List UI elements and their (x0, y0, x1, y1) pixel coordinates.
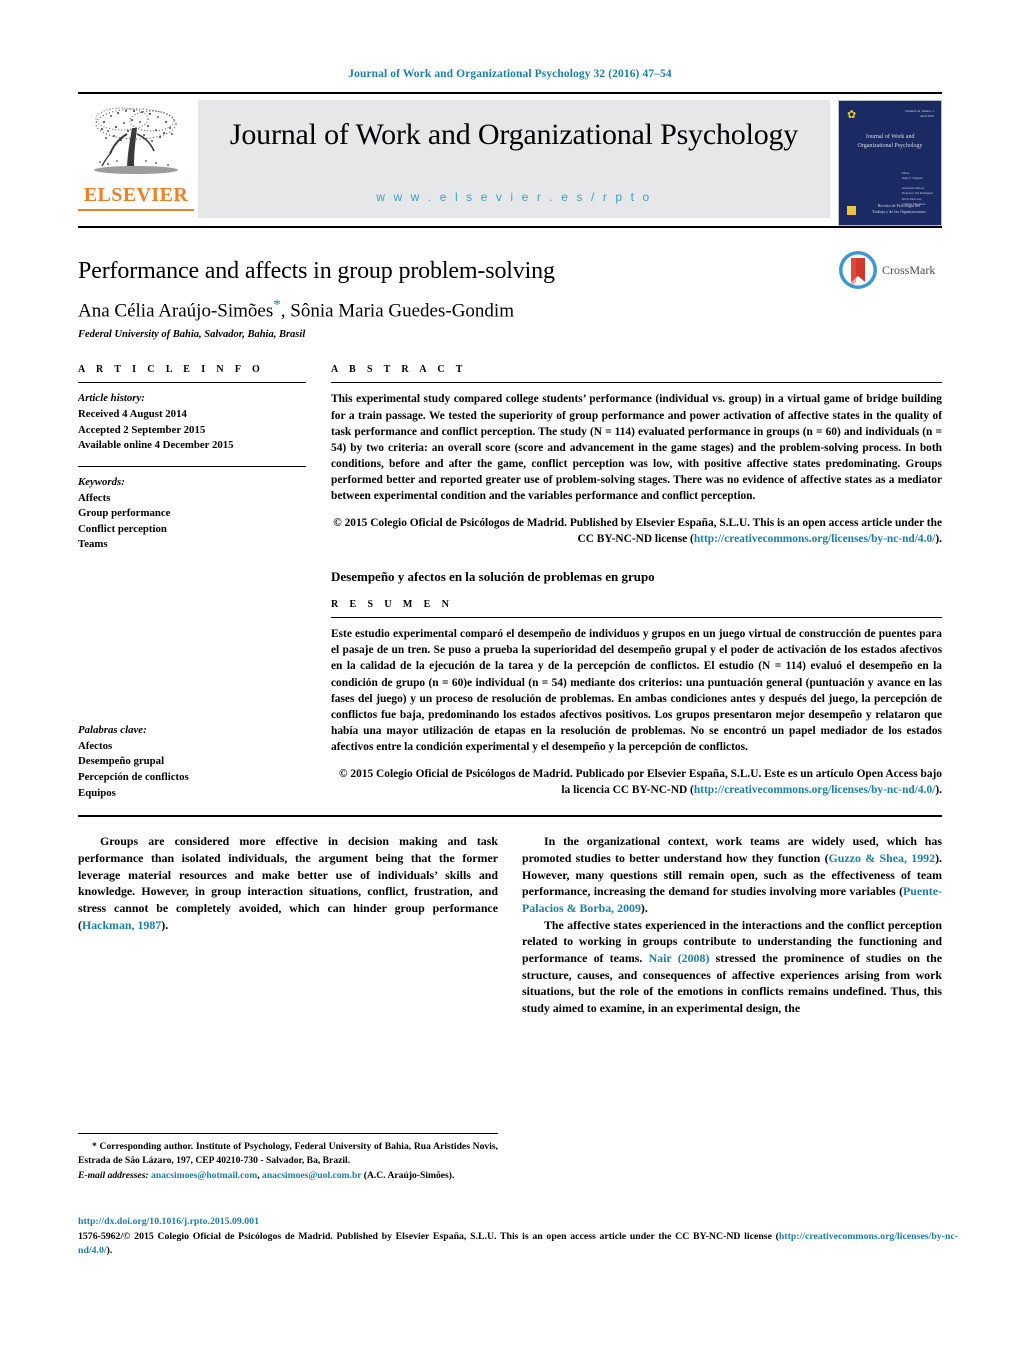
abstract-text: This experimental study compared college… (331, 393, 942, 503)
resumen-copyright-post: ). (935, 783, 942, 796)
cover-title-line1: Journal of Work and (865, 134, 915, 140)
email-owner: (A.C. Araújo-Simões). (363, 1169, 455, 1181)
cover-title-line2: Organizational Psychology (857, 143, 923, 150)
divider (331, 382, 942, 384)
divider (331, 617, 942, 619)
page-title: Performance and affects in group problem… (78, 258, 555, 284)
body-paragraph: In the organizational context, work team… (522, 833, 942, 916)
cover-date-line: Abril 2016 (920, 113, 934, 118)
corresponding-author-marker[interactable]: * (273, 297, 281, 313)
keyword-item: Affects (78, 491, 111, 504)
crossmark-icon (839, 251, 877, 289)
journal-article-page: Journal of Work and Organizational Psych… (0, 0, 1020, 1351)
body-paragraph: The affective states experienced in the … (522, 917, 942, 1017)
citation-link[interactable]: Nair (2008) (649, 951, 710, 965)
crossmark-badge[interactable]: CrossMark (838, 250, 942, 290)
email-link-2[interactable]: anacsimoes@uol.com.br (262, 1170, 361, 1181)
keywords-label: Keywords: (78, 475, 125, 488)
body-paragraph: Groups are considered more effective in … (78, 833, 498, 933)
article-info-column: A R T I C L E I N F O Article history: R… (78, 364, 328, 801)
cover-society-name: Revista de Psicología del Trabajo y de l… (863, 203, 935, 216)
cover-volume-info: Volumen 32, número 1 Abril 2016 (905, 109, 934, 119)
divider (78, 465, 306, 467)
palabra-item: Afectos (78, 739, 113, 752)
issn-copyright-text: 1576-5962/© 2015 Colegio Oficial de Psic… (78, 1230, 779, 1242)
resumen-text: Este estudio experimental comparó el des… (331, 628, 942, 754)
keyword-item: Teams (78, 538, 108, 551)
resumen-copyright: © 2015 Colegio Oficial de Psicólogos de … (331, 766, 942, 798)
footer-legal: http://dx.doi.org/10.1016/j.rpto.2015.09… (78, 1215, 958, 1259)
cover-society-line1: Revista de Psicología del (877, 202, 921, 208)
elsevier-rule (78, 209, 194, 211)
palabras-clave-label: Palabras clave: (78, 724, 147, 737)
elsevier-wordmark: ELSEVIER (83, 184, 189, 206)
abstract-bottom-rule (78, 815, 942, 818)
keyword-item: Group performance (78, 507, 171, 520)
body-columns: Groups are considered more effective in … (78, 833, 942, 1016)
legal-text-end: ). (106, 1245, 113, 1257)
body-column-right: In the organizational context, work team… (522, 833, 942, 1016)
article-history-label: Article history: (78, 392, 145, 405)
palabra-item: Percepción de conflictos (78, 771, 189, 784)
citation-link[interactable]: Guzzo & Shea, 1992 (829, 851, 936, 865)
divider (78, 382, 306, 384)
citation-link[interactable]: Hackman, 1987 (82, 918, 161, 932)
journal-banner: Journal of Work and Organizational Psych… (198, 100, 830, 218)
body-column-left: Groups are considered more effective in … (78, 833, 498, 1016)
journal-masthead: ELSEVIER Journal of Work and Organizatio… (78, 92, 942, 226)
running-head: Journal of Work and Organizational Psych… (348, 68, 672, 80)
footnote-address: Corresponding author. Institute of Psych… (78, 1141, 498, 1167)
spanish-title: Desempeño y afectos en la solución de pr… (331, 569, 655, 585)
abstract-copyright: © 2015 Colegio Oficial de Psicólogos de … (331, 515, 942, 547)
email-link-1[interactable]: anacsimoes@hotmail.com (151, 1170, 257, 1181)
journal-cover-thumbnail[interactable]: ✿ Volumen 32, número 1 Abril 2016 Journa… (838, 100, 942, 226)
body-text: ). (161, 917, 169, 932)
elsevier-tree-icon (94, 107, 178, 174)
masthead-bottom-rule (78, 226, 942, 228)
cc-license-link[interactable]: http://creativecommons.org/licenses/by-n… (694, 533, 936, 545)
available-online-date: Available online 4 December 2015 (78, 439, 234, 452)
abstract-heading: A B S T R A C T (331, 364, 467, 376)
cover-society-line2: Trabajo y de las Organizaciones (872, 209, 926, 215)
received-date: Received 4 August 2014 (78, 407, 187, 420)
elsevier-logo: ELSEVIER (78, 100, 194, 211)
article-title-block: Performance and affects in group problem… (78, 251, 942, 341)
article-info-heading: A R T I C L E I N F O (78, 364, 265, 376)
abstract-copyright-post: ). (935, 532, 942, 545)
journal-url[interactable]: w w w . e l s e v i e r . e s / r p t o (198, 190, 830, 204)
crossmark-label: CrossMark (882, 262, 936, 277)
journal-title: Journal of Work and Organizational Psych… (229, 118, 799, 151)
footnote-body: * Corresponding author. Institute of Psy… (78, 1140, 498, 1169)
accepted-date: Accepted 2 September 2015 (78, 423, 206, 436)
info-abstract-grid: A R T I C L E I N F O Article history: R… (78, 364, 942, 801)
palabra-item: Desempeño grupal (78, 755, 165, 768)
cover-title: Journal of Work and Organizational Psych… (839, 133, 941, 152)
email-label: E-mail addresses: (78, 1169, 149, 1181)
cover-bird-icon: ✿ (847, 109, 857, 121)
author-list: Ana Célia Araújo-Simões*, Sônia Maria Gu… (78, 297, 942, 322)
corresponding-author-footnote: * Corresponding author. Institute of Psy… (78, 1133, 498, 1183)
resumen-heading: R E S U M E N (331, 599, 454, 611)
cc-license-link-es[interactable]: http://creativecommons.org/licenses/by-n… (694, 784, 936, 796)
author-secondary: , Sônia Maria Guedes-Gondim (280, 300, 514, 322)
palabra-item: Equipos (78, 786, 116, 799)
abstract-column: A B S T R A C T This experimental study … (328, 364, 942, 801)
keyword-item: Conflict perception (78, 522, 167, 535)
cover-assoc-1: Francisco Gil Rodríguez (901, 191, 933, 196)
doi-link[interactable]: http://dx.doi.org/10.1016/j.rpto.2015.09… (78, 1215, 958, 1230)
cover-society-logo-icon (847, 206, 856, 215)
affiliation: Federal University of Bahia, Salvador, B… (78, 329, 306, 341)
author-primary: Ana Célia Araújo-Simões (78, 300, 274, 322)
body-text: ). (640, 900, 648, 915)
